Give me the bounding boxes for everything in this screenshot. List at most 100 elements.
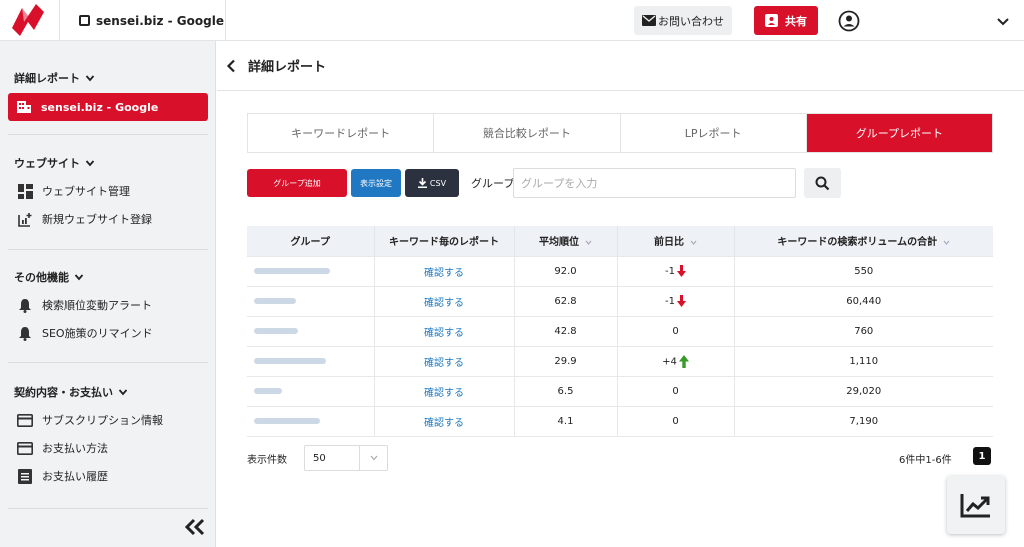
per-page-select[interactable]: 50 <box>304 445 388 471</box>
tab-keyword-report[interactable]: キーワードレポート <box>248 114 435 152</box>
chevron-down-icon <box>85 75 95 82</box>
share-icon <box>765 14 778 27</box>
volume-cell: 1,110 <box>734 345 993 376</box>
sidebar-item-new-website[interactable]: 新規ウェブサイト登録 <box>0 205 216 233</box>
keyword-report-cell: 確認する <box>374 285 515 316</box>
sort-chevron-icon <box>585 240 592 245</box>
sidebar-heading-label: その他機能 <box>14 271 69 284</box>
avg-rank-cell: 62.8 <box>514 285 618 316</box>
search-button[interactable] <box>804 168 841 198</box>
dashboard-icon <box>17 183 33 199</box>
tab-lp-report[interactable]: LPレポート <box>621 114 807 152</box>
top-bar: sensei.biz - Google お問い合わせ 共有 <box>0 0 1024 41</box>
sidebar-section-other: その他機能 検索順位変動アラート SEO施策のリマインド <box>0 267 216 347</box>
col-header-keyword-report[interactable]: キーワード毎のレポート <box>374 226 515 256</box>
trending-up-icon <box>960 494 990 518</box>
view-link[interactable]: 確認する <box>424 388 464 399</box>
per-page-label: 表示件数 <box>247 455 287 466</box>
group-name-cell[interactable] <box>247 255 375 286</box>
col-header-day-change[interactable]: 前日比 <box>617 226 735 256</box>
tab-competitor-report[interactable]: 競合比較レポート <box>434 114 621 152</box>
change-cell: +4 <box>617 345 735 376</box>
sort-chevron-icon <box>690 240 697 245</box>
view-link[interactable]: 確認する <box>424 298 464 309</box>
back-icon[interactable] <box>226 59 236 73</box>
contact-button[interactable]: お問い合わせ <box>634 6 732 35</box>
change-cell: -1 <box>617 285 735 316</box>
logo[interactable] <box>0 0 60 41</box>
sidebar-item-rank-alert[interactable]: 検索順位変動アラート <box>0 291 216 319</box>
group-name-cell[interactable] <box>247 345 375 376</box>
add-chart-icon <box>17 211 33 227</box>
search-icon <box>815 176 830 190</box>
chevron-down-icon <box>118 389 128 396</box>
view-link[interactable]: 確認する <box>424 268 464 279</box>
sidebar-section-website: ウェブサイト ウェブサイト管理 新規ウェブサイト登録 <box>0 153 216 233</box>
sidebar-heading[interactable]: その他機能 <box>0 267 216 287</box>
sidebar-item-website-manage[interactable]: ウェブサイト管理 <box>0 177 216 205</box>
sidebar-item-subscription[interactable]: サブスクリプション情報 <box>0 406 216 434</box>
site-name: sensei.biz - Google <box>96 13 224 28</box>
account-icon[interactable] <box>838 10 860 32</box>
col-header-volume-total[interactable]: キーワードの検索ボリュームの合計 <box>734 226 993 256</box>
report-tabs: キーワードレポート 競合比較レポート LPレポート グループレポート <box>247 113 993 153</box>
col-header-avg-rank[interactable]: 平均順位 <box>514 226 618 256</box>
sidebar-item-label: sensei.biz - Google <box>41 100 159 114</box>
chevron-down-icon[interactable] <box>995 13 1011 29</box>
site-selector[interactable]: sensei.biz - Google <box>60 0 226 41</box>
redacted-group-name <box>254 267 330 274</box>
add-group-button[interactable]: グループ追加 <box>247 169 347 197</box>
group-search-input[interactable] <box>513 168 796 198</box>
per-page-value: 50 <box>313 452 326 464</box>
sidebar-item-payment-history[interactable]: お支払い履歴 <box>0 462 216 490</box>
sidebar-item-payment-method[interactable]: お支払い方法 <box>0 434 216 462</box>
volume-cell: 550 <box>734 255 993 286</box>
table-header-row: グループ キーワード毎のレポート 平均順位 前日比 キーワードの検索ボリュームの… <box>247 226 993 256</box>
divider <box>8 134 208 135</box>
sidebar-item-seo-remind[interactable]: SEO施策のリマインド <box>0 319 216 347</box>
view-link[interactable]: 確認する <box>424 328 464 339</box>
table-row: 確認する 29.9 +4 1,110 <box>247 345 993 376</box>
view-link[interactable]: 確認する <box>424 358 464 369</box>
sidebar-item-site[interactable]: sensei.biz - Google <box>8 93 208 121</box>
sidebar-section-report: 詳細レポート <box>0 68 216 88</box>
sidebar-heading[interactable]: 詳細レポート <box>0 68 216 88</box>
group-name-cell[interactable] <box>247 315 375 346</box>
share-button[interactable]: 共有 <box>754 6 818 35</box>
collapse-sidebar-icon[interactable] <box>183 517 207 537</box>
header-label: キーワードの検索ボリュームの合計 <box>777 237 938 249</box>
page-button-current[interactable]: 1 <box>973 447 991 465</box>
trend-chart-button[interactable] <box>947 476 1005 534</box>
group-name-cell[interactable] <box>247 405 375 437</box>
change-cell: 0 <box>617 405 735 437</box>
building-icon <box>17 101 31 113</box>
display-settings-button[interactable]: 表示設定 <box>351 169 401 197</box>
group-name-cell[interactable] <box>247 375 375 406</box>
redacted-group-name <box>254 387 282 394</box>
view-link[interactable]: 確認する <box>424 418 464 429</box>
divider <box>8 508 208 509</box>
divider <box>8 362 208 363</box>
arrow-up-icon <box>678 354 689 368</box>
website-icon <box>79 15 90 26</box>
csv-download-button[interactable]: CSV <box>405 169 459 197</box>
bell-icon <box>17 297 33 313</box>
sidebar-item-label: お支払い方法 <box>42 442 108 455</box>
tab-group-report[interactable]: グループレポート <box>806 114 992 152</box>
sidebar-heading-label: 契約内容・お支払い <box>14 386 113 399</box>
change-cell: -1 <box>617 255 735 286</box>
sort-chevron-icon <box>943 240 950 245</box>
header-label: 前日比 <box>654 237 684 249</box>
sidebar-heading[interactable]: 契約内容・お支払い <box>0 382 216 402</box>
table-row: 確認する 92.0 -1 550 <box>247 255 993 286</box>
change-cell: 0 <box>617 375 735 406</box>
volume-cell: 60,440 <box>734 285 993 316</box>
volume-cell: 760 <box>734 315 993 346</box>
sidebar-heading[interactable]: ウェブサイト <box>0 153 216 173</box>
sidebar-item-label: 検索順位変動アラート <box>42 299 152 312</box>
group-name-cell[interactable] <box>247 285 375 316</box>
logo-icon <box>12 4 44 36</box>
col-header-group[interactable]: グループ <box>247 226 375 256</box>
page-header: 詳細レポート <box>217 41 1024 91</box>
bell-icon <box>17 325 33 341</box>
